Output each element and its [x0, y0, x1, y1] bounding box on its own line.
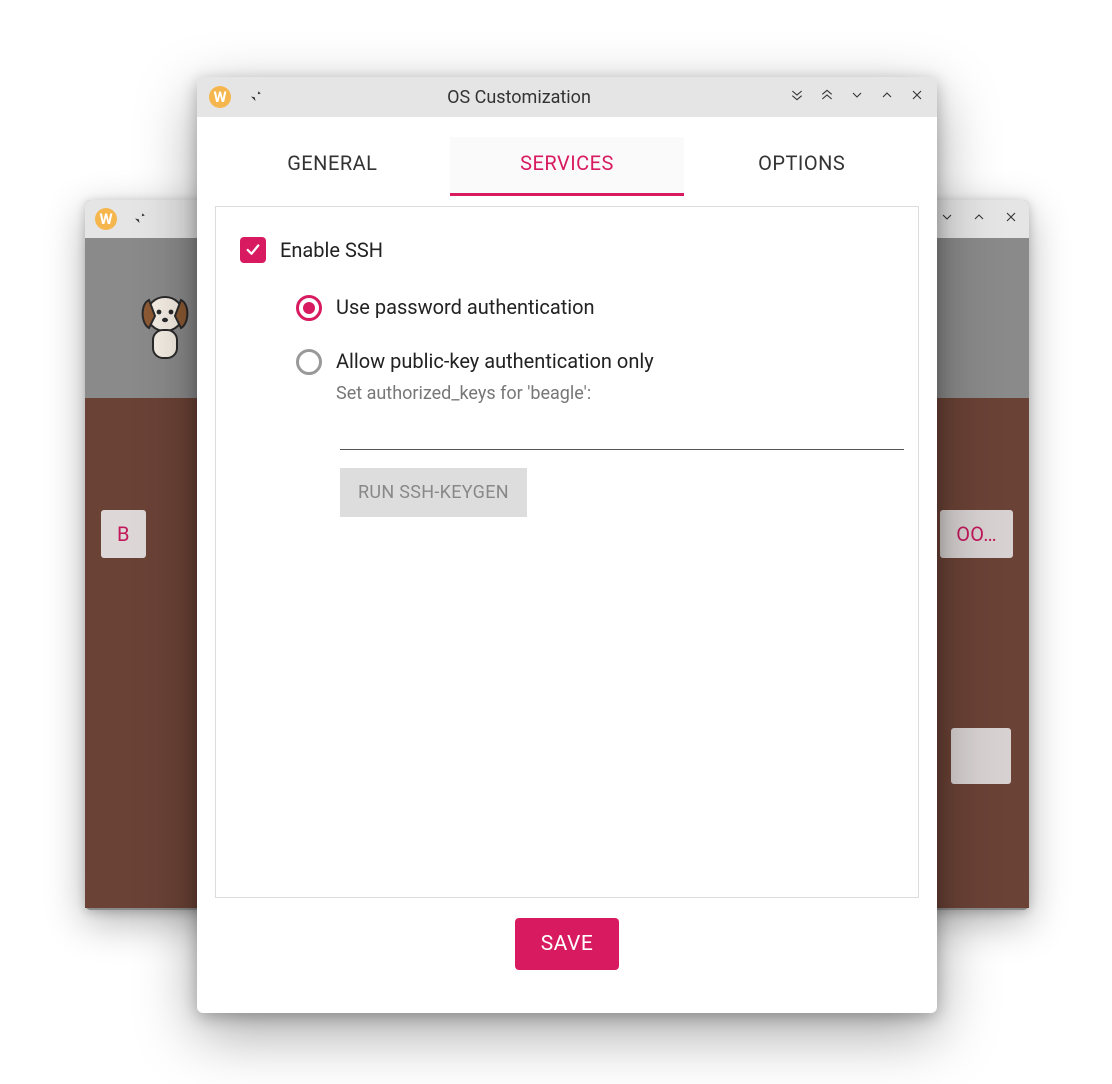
- close-icon[interactable]: [1003, 209, 1019, 225]
- radio-password-auth-label: Use password authentication: [336, 295, 595, 319]
- minimize-icon[interactable]: [849, 87, 865, 107]
- shade-down-icon[interactable]: [789, 87, 805, 107]
- os-customization-window: W OS Customization GENERAL SERVICES OPTI…: [197, 77, 937, 1013]
- pin-icon[interactable]: [245, 86, 263, 108]
- dog-mascot-icon: [135, 290, 195, 364]
- enable-ssh-checkbox[interactable]: [240, 237, 266, 263]
- radio-password-auth[interactable]: [296, 295, 322, 321]
- authorized-keys-input: [340, 422, 904, 450]
- radio-pubkey-auth[interactable]: [296, 349, 322, 375]
- pin-icon[interactable]: [129, 208, 147, 230]
- ssh-auth-radio-group: Use password authentication Allow public…: [296, 295, 894, 404]
- authorized-keys-hint: Set authorized_keys for 'beagle':: [336, 383, 654, 404]
- shade-up-icon[interactable]: [819, 87, 835, 107]
- radio-pubkey-auth-label: Allow public-key authentication only: [336, 349, 654, 373]
- check-icon: [244, 241, 262, 259]
- titlebar: W OS Customization: [197, 77, 937, 117]
- app-badge-icon: W: [95, 208, 117, 230]
- tab-general[interactable]: GENERAL: [215, 137, 450, 196]
- save-button[interactable]: SAVE: [515, 918, 620, 970]
- enable-ssh-label: Enable SSH: [280, 238, 383, 262]
- services-panel: Enable SSH Use password authentication A…: [215, 206, 919, 898]
- tab-bar: GENERAL SERVICES OPTIONS: [215, 137, 919, 196]
- background-secondary-button[interactable]: [951, 728, 1011, 784]
- background-left-button[interactable]: B: [101, 510, 146, 558]
- app-badge-icon: W: [209, 86, 231, 108]
- maximize-icon[interactable]: [971, 209, 987, 225]
- background-window-controls: [927, 209, 1019, 229]
- close-icon[interactable]: [909, 87, 925, 107]
- background-right-button[interactable]: OO…: [940, 510, 1013, 558]
- tab-options[interactable]: OPTIONS: [684, 137, 919, 196]
- window-title: OS Customization: [263, 87, 789, 108]
- run-ssh-keygen-button: RUN SSH-KEYGEN: [340, 468, 527, 517]
- maximize-icon[interactable]: [879, 87, 895, 107]
- minimize-icon[interactable]: [939, 209, 955, 225]
- tab-services[interactable]: SERVICES: [450, 137, 685, 196]
